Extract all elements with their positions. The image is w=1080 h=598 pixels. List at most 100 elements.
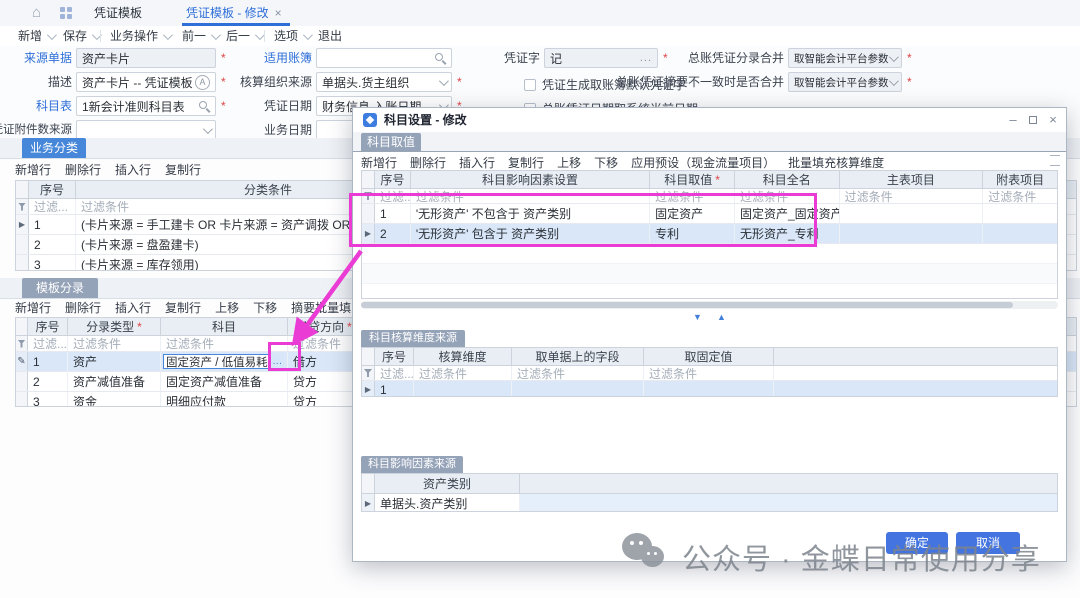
insert-row-button[interactable]: 插入行 <box>115 301 151 315</box>
col-attach-item[interactable]: 附表项目 <box>983 171 1057 188</box>
current-row-icon: ▶ <box>19 220 25 229</box>
next-button[interactable]: 后一 <box>226 26 262 46</box>
edit-pencil-icon: ✎ <box>17 356 25 367</box>
business-date-label: 业务日期 <box>202 120 312 140</box>
move-up-button[interactable]: 上移 <box>557 156 581 170</box>
col-main-item[interactable]: 主表项目 <box>840 171 984 188</box>
tab-dimension-source[interactable]: 科目核算维度来源 <box>361 330 465 347</box>
copy-row-button[interactable]: 复制行 <box>165 301 201 315</box>
org-source-label: 核算组织来源 <box>202 72 312 92</box>
col-account-fullname[interactable]: 科目全名 <box>735 171 840 188</box>
apply-preset-button[interactable]: 应用预设（现金流量项目） <box>631 156 775 170</box>
col-account-value[interactable]: 科目取值* <box>650 171 735 188</box>
applicable-book-label: 适用账簿 <box>202 48 312 68</box>
window-tab-bar: ⌂ 凭证模板 凭证模板 - 修改 × <box>0 0 1080 27</box>
filter-icon <box>364 369 372 377</box>
dialog-tabstrip <box>353 132 1066 152</box>
add-row-button[interactable]: 新增行 <box>15 301 51 315</box>
table-row-selected[interactable]: ▶ 1 <box>362 381 1057 397</box>
move-down-button[interactable]: 下移 <box>594 156 618 170</box>
col-account[interactable]: 科目 <box>161 318 288 335</box>
col-fixed-value[interactable]: 取固定值 <box>644 348 774 365</box>
collapse-down-icon[interactable]: ▼ <box>693 312 702 322</box>
apps-grid-icon[interactable] <box>60 7 72 19</box>
new-button[interactable]: 新增 <box>18 26 54 46</box>
account-table-label: 科目表 <box>0 96 72 116</box>
add-row-button[interactable]: 新增行 <box>15 163 51 177</box>
merge-summary-select[interactable]: 取智能会计平台参数设置 <box>788 72 902 92</box>
tab-account-value[interactable]: 科目取值 <box>361 133 421 151</box>
copy-row-button[interactable]: 复制行 <box>165 163 201 177</box>
delete-row-button[interactable]: 删除行 <box>65 163 101 177</box>
col-no[interactable]: 序号 <box>375 348 414 365</box>
maximize-button[interactable] <box>1024 108 1042 132</box>
delete-row-button[interactable]: 删除行 <box>65 301 101 315</box>
dialog-title-bar[interactable]: 科目设置 - 修改 – × <box>353 108 1066 133</box>
dialog-app-icon <box>363 113 377 127</box>
toolbar-settings-icon[interactable] <box>1050 155 1060 166</box>
batch-fill-dimension-button[interactable]: 批量填充核算维度 <box>788 156 884 170</box>
toolbar-divider <box>100 30 101 42</box>
watermark-text: 公众号 · 金蝶日常使用分享 <box>682 536 1041 578</box>
source-doc-field[interactable]: 资产卡片 <box>76 48 216 68</box>
save-button[interactable]: 保存 <box>63 26 99 46</box>
voucher-date-label: 凭证日期 <box>202 96 312 116</box>
tab-business-class[interactable]: 业务分类 <box>22 138 86 158</box>
merge-entry-label: 总账凭证分录合并 <box>598 48 784 68</box>
account-table-field[interactable]: 1新会计准则科目表 <box>76 96 216 116</box>
merge-summary-label: 总账凭证摘要不一致时是否合并 <box>598 72 784 92</box>
current-row-icon: ▶ <box>365 385 371 394</box>
merge-entry-select[interactable]: 取智能会计平台参数设置 <box>788 48 902 68</box>
move-down-button[interactable]: 下移 <box>253 301 277 315</box>
insert-row-button[interactable]: 插入行 <box>459 156 495 170</box>
home-icon[interactable]: ⌂ <box>32 0 41 26</box>
tab-close-icon[interactable]: × <box>275 6 282 20</box>
delete-row-button[interactable]: 删除行 <box>410 156 446 170</box>
col-direction[interactable]: 借贷方向* <box>288 318 361 335</box>
insert-row-button[interactable]: 插入行 <box>115 163 151 177</box>
chevron-down-icon <box>889 76 899 86</box>
org-source-select[interactable]: 单据头.货主组织 <box>316 72 452 92</box>
minimize-button[interactable]: – <box>1004 108 1022 132</box>
required-mark: * <box>457 72 462 92</box>
col-dimension[interactable]: 核算维度 <box>414 348 512 365</box>
wechat-icon <box>622 533 674 579</box>
options-button[interactable]: 选项 <box>274 26 310 46</box>
col-entry-type[interactable]: 分录类型* <box>68 318 161 335</box>
main-toolbar: 新增 保存 业务操作 前一 后一 选项 退出 <box>0 26 1080 47</box>
required-mark: * <box>907 72 912 92</box>
dimension-source-grid: 序号 核算维度 取单据上的字段 取固定值 过滤... 过滤条件 过滤条件 过滤条… <box>361 347 1058 397</box>
close-button[interactable]: × <box>1044 108 1062 132</box>
tab-template-entries[interactable]: 模板分录 <box>22 278 98 298</box>
move-up-button[interactable]: 上移 <box>215 301 239 315</box>
account-cell-editor[interactable]: 固定资产 / 低值易耗品 <box>163 354 271 369</box>
copy-row-button[interactable]: 复制行 <box>508 156 544 170</box>
tab-label: 凭证模板 - 修改 <box>186 6 269 20</box>
description-field[interactable]: 资产卡片 -- 凭证模板A <box>76 72 216 92</box>
exit-button[interactable]: 退出 <box>318 26 342 46</box>
attachment-source-select[interactable] <box>76 120 216 140</box>
business-ops-button[interactable]: 业务操作 <box>110 26 170 46</box>
checkbox-icon <box>524 79 536 91</box>
add-row-button[interactable]: 新增行 <box>361 156 397 170</box>
horizontal-scrollbar[interactable] <box>361 301 1058 309</box>
filter-icon <box>18 340 26 348</box>
collapse-up-icon[interactable]: ▲ <box>717 312 726 322</box>
source-doc-label: 来源单据 <box>0 48 72 68</box>
col-no[interactable]: 序号 <box>29 181 76 198</box>
col-doc-field[interactable]: 取单据上的字段 <box>512 348 644 365</box>
tab-factor-source[interactable]: 科目影响因素来源 <box>361 456 463 473</box>
col-factor-setting[interactable]: 科目影响因素设置 <box>411 171 650 188</box>
app-window: ⌂ 凭证模板 凭证模板 - 修改 × 新增 保存 业务操作 前一 后一 选项 退出… <box>0 0 1080 598</box>
tab-voucher-template[interactable]: 凭证模板 <box>86 0 150 26</box>
col-no[interactable]: 序号 <box>28 318 68 335</box>
filter-row[interactable]: 过滤... 过滤条件 过滤条件 过滤条件 <box>362 366 1057 381</box>
col-asset-category[interactable]: 资产类别 <box>375 474 520 493</box>
previous-button[interactable]: 前一 <box>182 26 218 46</box>
description-label: 描述 <box>0 72 72 92</box>
table-row-selected[interactable]: ▶ 单据头.资产类别 <box>362 494 1057 512</box>
chevron-down-icon <box>889 52 899 62</box>
scrollbar-thumb[interactable] <box>361 302 1013 308</box>
chevron-down-icon <box>163 30 173 40</box>
col-no[interactable]: 序号 <box>375 171 411 188</box>
